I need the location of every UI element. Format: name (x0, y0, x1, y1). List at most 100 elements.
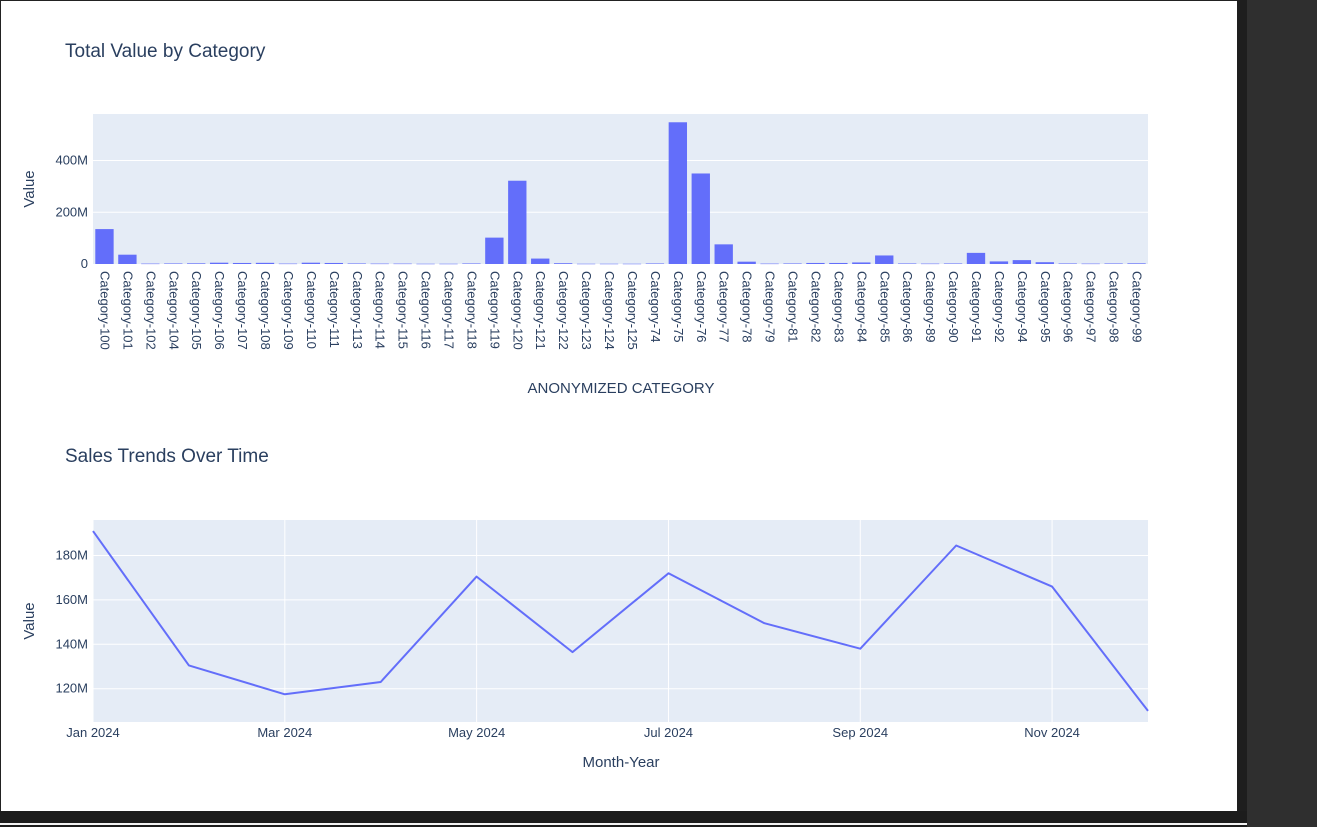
bar-ytick-label: 400M (55, 153, 88, 168)
bar-xtick-label: Category-79 (763, 271, 778, 343)
bar-xtick-label: Category-120 (510, 271, 525, 350)
bar-plot-area (93, 114, 1148, 264)
figure-panel: 0 200M 400M Category-100 Category-101 Categor… (0, 0, 1237, 811)
bar-category-96 (1058, 263, 1077, 264)
bar-category-94 (1012, 260, 1032, 264)
bar-category-100 (95, 229, 114, 264)
bar-xtick-label: Category-104 (166, 271, 181, 350)
bar-category-107 (232, 262, 252, 264)
bar-category-106 (209, 262, 229, 264)
bar-category-91 (966, 252, 986, 264)
scroll-gutter (1237, 0, 1247, 827)
bar-xtick-label: Category-77 (717, 271, 732, 343)
bar-xtick-label: Category-119 (487, 271, 502, 349)
bar-category-81 (783, 263, 802, 264)
bar-category-116 (416, 263, 435, 265)
bar-xtick-label: Category-123 (579, 271, 594, 350)
line-ytick-label: 120M (55, 681, 88, 696)
bar-category-85 (875, 255, 894, 264)
bar-xtick-label: Category-121 (533, 271, 548, 350)
bar-xtick-label: Category-75 (671, 271, 686, 343)
bar-category-121 (531, 258, 550, 264)
line-x-axis-title: Month-Year (583, 754, 660, 771)
bar-category-90 (943, 263, 963, 264)
line-y-axis-title: Value (21, 602, 38, 639)
bar-category-125 (622, 263, 642, 265)
bar-xtick-label: Category-84 (854, 271, 869, 343)
bar-category-89 (920, 263, 940, 265)
bar-ytick-label: 0 (81, 256, 88, 271)
bar-xtick-label: Category-86 (900, 271, 915, 343)
bar-category-92 (989, 261, 1009, 264)
bar-xtick-label: Category-92 (992, 271, 1007, 343)
bar-category-104 (164, 263, 183, 264)
bar-category-124 (599, 263, 619, 265)
bar-xtick-label: Category-100 (97, 271, 112, 350)
bar-ytick-label: 200M (55, 204, 88, 219)
bar-category-114 (370, 263, 389, 265)
bar-category-119 (485, 237, 504, 264)
bar-category-120 (508, 180, 527, 264)
bar-category-122 (553, 263, 573, 264)
bar-category-76 (691, 173, 710, 264)
bar-xtick-label: Category-94 (1015, 271, 1030, 343)
line-xtick-label: Nov 2024 (1024, 725, 1080, 740)
line-xtick-label: Jan 2024 (66, 725, 120, 740)
bar-category-95 (1035, 262, 1054, 264)
bar-category-82 (806, 262, 825, 264)
line-xtick-label: Sep 2024 (832, 725, 888, 740)
bar-xtick-label: Category-98 (1107, 271, 1122, 343)
line-xtick-label: Mar 2024 (257, 725, 312, 740)
bar-category-86 (898, 263, 917, 264)
bar-category-110 (301, 262, 321, 264)
line-chart-title: Sales Trends Over Time (65, 446, 269, 467)
bar-xtick-label: Category-99 (1130, 271, 1145, 343)
bar-category-97 (1081, 263, 1100, 265)
bar-category-123 (576, 263, 596, 265)
bar-xtick-label: Category-101 (120, 271, 135, 350)
bar-category-109 (278, 263, 298, 265)
bar-xtick-label: Category-109 (281, 271, 296, 350)
bar-category-117 (439, 263, 458, 265)
bar-category-108 (255, 262, 275, 264)
bar-category-78 (737, 261, 756, 264)
bar-xtick-label: Category-78 (740, 271, 755, 343)
bar-xtick-label: Category-96 (1061, 271, 1076, 343)
bar-category-99 (1127, 263, 1146, 264)
bar-xtick-label: Category-110 (304, 271, 319, 349)
bar-xtick-label: Category-85 (877, 271, 892, 343)
figure-svg: 0 200M 400M Category-100 Category-101 Categor… (21, 41, 1149, 771)
bar-category-98 (1104, 263, 1123, 264)
line-ytick-label: 140M (55, 636, 88, 651)
bar-xtick-label: Category-107 (235, 271, 250, 350)
bar-xtick-label: Category-122 (556, 271, 571, 350)
bar-category-118 (462, 263, 481, 264)
bar-xtick-label: Category-114 (373, 271, 388, 349)
bar-category-115 (393, 263, 412, 265)
line-xtick-label: May 2024 (448, 725, 505, 740)
bar-xtick-label: Category-90 (946, 271, 961, 343)
bar-xtick-label: Category-97 (1084, 271, 1099, 343)
bar-xtick-label: Category-82 (808, 271, 823, 343)
bar-xtick-label: Category-113 (350, 271, 365, 349)
bar-xtick-label: Category-111 (327, 271, 342, 348)
bar-xtick-label: Category-91 (969, 271, 984, 343)
bar-y-axis-title: Value (21, 170, 38, 207)
bar-category-101 (118, 254, 137, 264)
bar-xtick-label: Category-108 (258, 271, 273, 350)
bar-category-74 (645, 263, 665, 264)
bar-xtick-label: Category-124 (602, 271, 617, 350)
bar-category-102 (141, 263, 160, 265)
bar-category-75 (668, 122, 688, 264)
bar-xtick-label: Category-102 (143, 271, 158, 350)
bar-xtick-label: Category-116 (419, 271, 434, 349)
bar-xtick-label: Category-81 (786, 271, 801, 343)
bar-xtick-label: Category-106 (212, 271, 227, 350)
bar-xtick-label: Category-83 (831, 271, 846, 343)
bar-category-84 (852, 262, 871, 264)
bar-category-77 (714, 244, 733, 264)
line-plot-area (93, 520, 1148, 722)
bar-xtick-label: Category-74 (648, 271, 663, 343)
bottom-strip (0, 811, 1247, 827)
line-xtick-label: Jul 2024 (644, 725, 693, 740)
